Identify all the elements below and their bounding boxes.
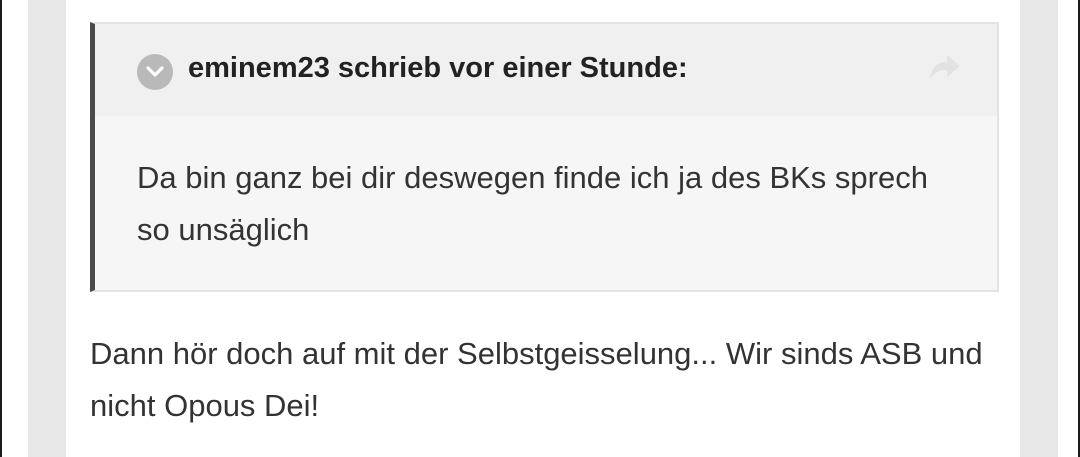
forum-post: eminem23 schrieb vor einer Stunde: Da bi… <box>66 0 1020 457</box>
quote-body: Da bin ganz bei dir deswegen finde ich j… <box>137 160 928 247</box>
screenshot-frame: eminem23 schrieb vor einer Stunde: Da bi… <box>0 0 1080 457</box>
quote-header: eminem23 schrieb vor einer Stunde: <box>95 24 997 116</box>
quote-author-line: eminem23 schrieb vor einer Stunde: <box>188 52 688 84</box>
post-body: Dann hör doch auf mit der Selbstgeisselu… <box>90 336 983 423</box>
chevron-down-icon[interactable] <box>137 54 173 90</box>
left-edge <box>0 0 2 457</box>
share-arrow-icon[interactable] <box>927 52 963 82</box>
quote-block: eminem23 schrieb vor einer Stunde: Da bi… <box>90 22 999 292</box>
